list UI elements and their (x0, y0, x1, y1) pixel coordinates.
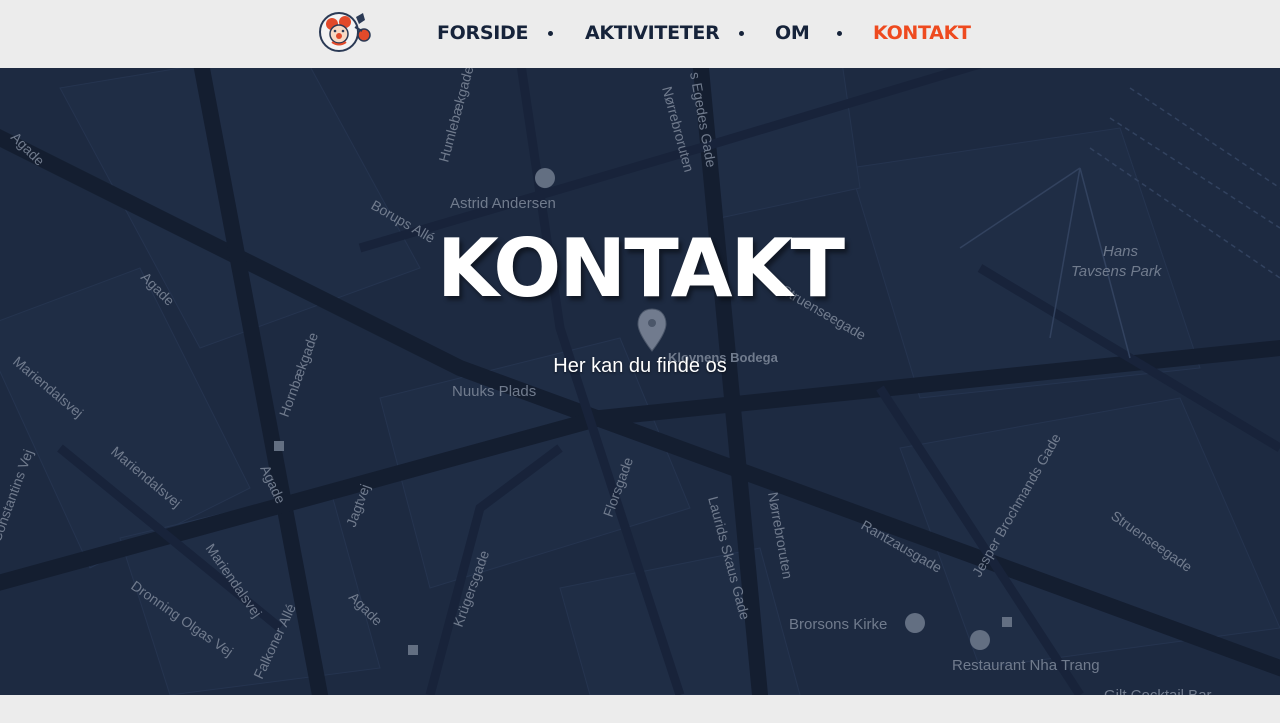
nav-aktiviteter[interactable]: AKTIVITETER (585, 21, 720, 45)
nav-separator (548, 31, 553, 36)
nav-om[interactable]: OM (775, 21, 810, 45)
page-title: KONTAKT (436, 222, 845, 315)
nav-separator (739, 31, 744, 36)
main-nav: FORSIDE AKTIVITETER OM KONTAKT (0, 0, 1280, 68)
contact-hero: Agade Agade Borups Allé Humlebækgade Hor… (0, 68, 1280, 695)
top-navigation-bar: FORSIDE AKTIVITETER OM KONTAKT (0, 0, 1280, 68)
nav-separator (837, 31, 842, 36)
nav-kontakt[interactable]: KONTAKT (873, 21, 971, 45)
nav-forside[interactable]: FORSIDE (437, 21, 528, 45)
page-subtitle: Her kan du finde os (553, 355, 727, 377)
street-map[interactable]: Agade Agade Borups Allé Humlebækgade Hor… (0, 68, 1280, 695)
